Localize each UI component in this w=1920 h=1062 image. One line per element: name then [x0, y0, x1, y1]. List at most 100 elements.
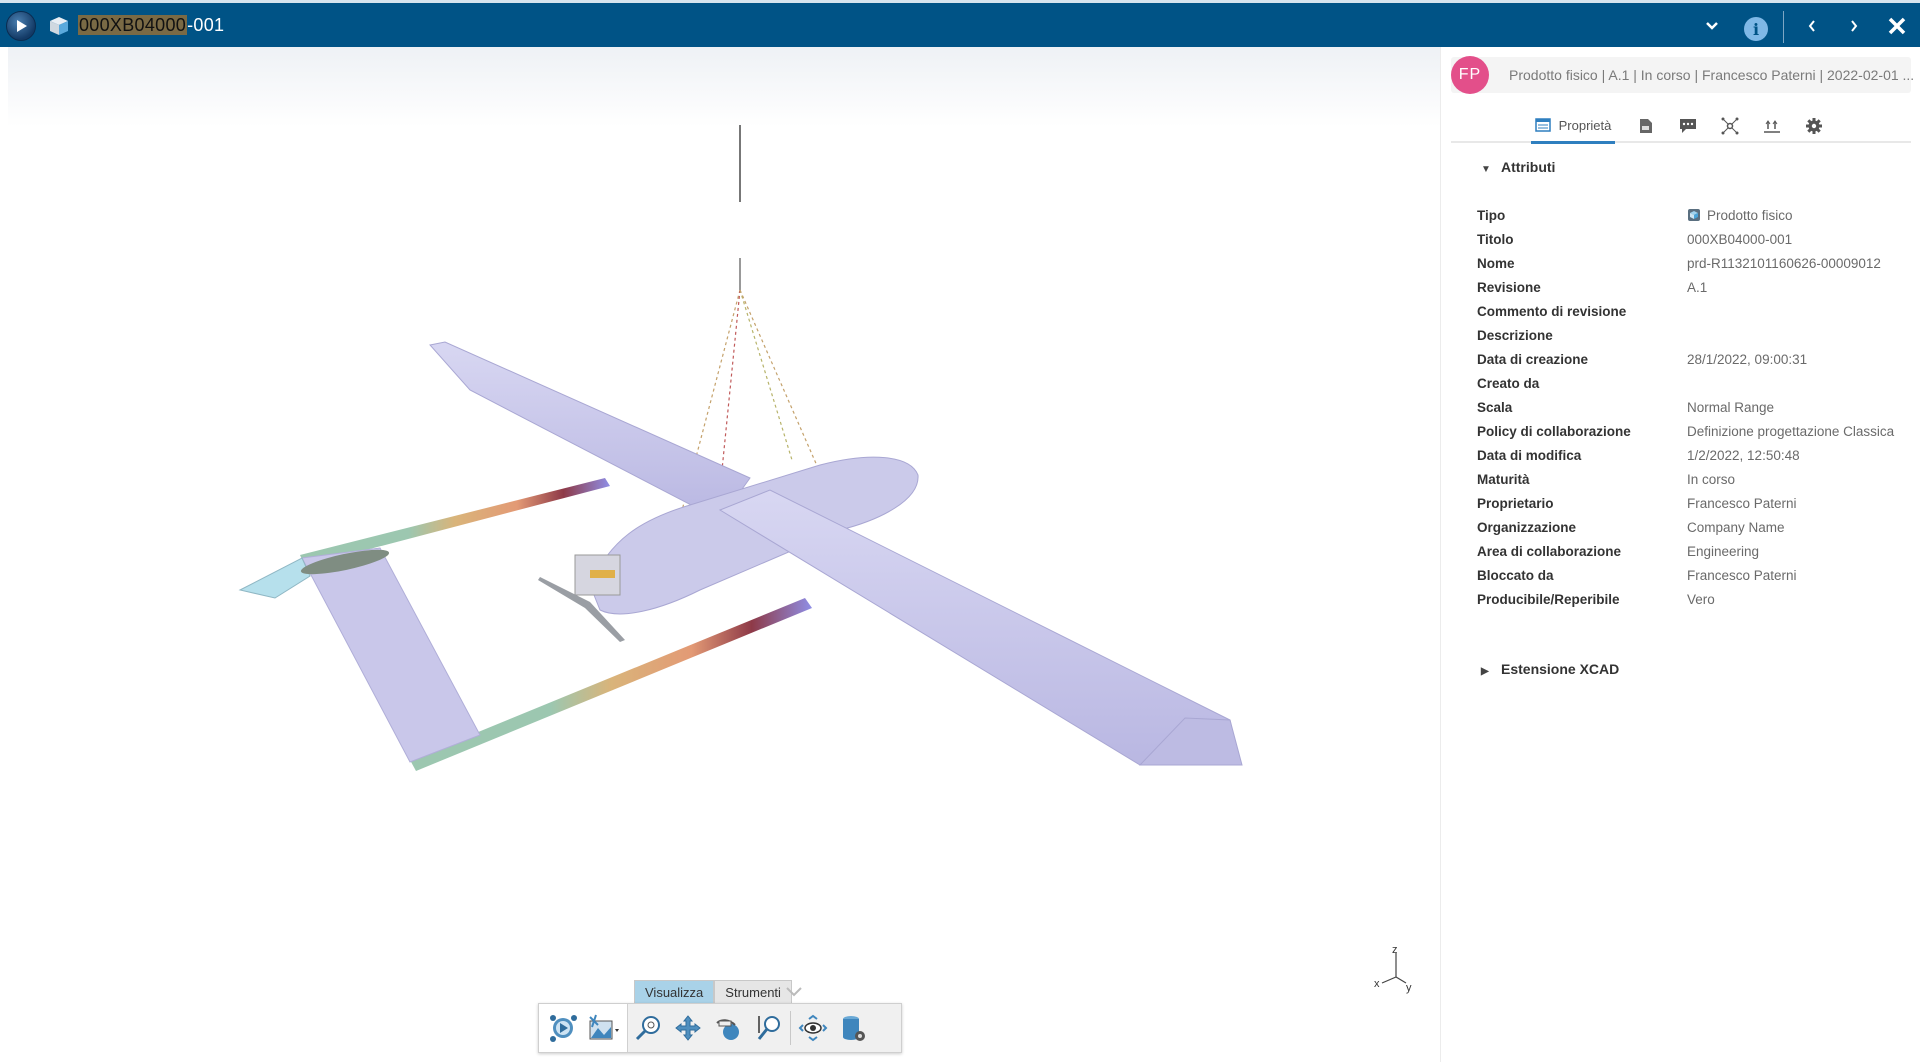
attribute-key: Maturità	[1477, 472, 1530, 487]
attribute-row: Scala Normal Range	[1477, 396, 1897, 420]
attribute-key: Commento di revisione	[1477, 304, 1627, 319]
attribute-value: A.1	[1687, 280, 1708, 295]
tab-comment[interactable]	[1673, 109, 1703, 143]
next-icon[interactable]	[1842, 11, 1866, 41]
properties-panel: FP Prodotto fisico | A.1 | In corso | Fr…	[1441, 47, 1920, 1062]
attribute-value: 28/1/2022, 09:00:31	[1687, 352, 1808, 367]
collapse-triangle-icon: ▶	[1481, 666, 1489, 677]
axis-y-label: y	[1406, 982, 1412, 994]
attribute-row: Nome prd-R1132101160626-00009012	[1477, 252, 1897, 276]
eye-icon	[798, 1014, 828, 1042]
attribute-key: Nome	[1477, 256, 1515, 271]
attribute-value: Prodotto fisico	[1687, 204, 1897, 228]
tab-visualizza[interactable]: Visualizza	[634, 980, 715, 1004]
tab-share[interactable]	[1757, 109, 1787, 143]
previous-icon[interactable]	[1800, 11, 1824, 41]
attribute-key: Producibile/Reperibile	[1477, 592, 1620, 607]
attribute-key: Data di creazione	[1477, 352, 1589, 367]
attribute-row: Maturità In corso	[1477, 468, 1897, 492]
play-simulation-icon	[550, 1015, 577, 1042]
play-simulation-button[interactable]	[543, 1008, 583, 1048]
pan-button[interactable]	[668, 1008, 708, 1048]
axis-x-label: x	[1374, 978, 1380, 990]
attribute-value	[1687, 372, 1897, 396]
tab-strumenti[interactable]: Strumenti	[714, 980, 792, 1004]
attribute-key: Revisione	[1477, 280, 1541, 295]
panel-tabs: Proprietà	[1451, 109, 1911, 144]
tab-properties-label: Proprietà	[1558, 117, 1612, 133]
data-settings-button[interactable]	[833, 1008, 873, 1048]
attribute-row: Data di creazione 28/1/2022, 09:00:31	[1477, 348, 1897, 372]
attribute-value: Francesco Paterni	[1687, 568, 1797, 583]
info-icon[interactable]: i	[1744, 17, 1768, 41]
toolbar-separator	[790, 1011, 791, 1045]
zoom-in-out-button[interactable]	[748, 1008, 788, 1048]
section-attributi[interactable]: ▼ Attributi	[1481, 159, 1555, 175]
expand-triangle-icon: ▼	[1481, 164, 1491, 175]
product-type-icon	[1688, 209, 1700, 221]
pan-icon	[675, 1015, 701, 1041]
zoom-in-out-icon	[757, 1016, 780, 1040]
attribute-row: Organizzazione Company Name	[1477, 516, 1897, 540]
attribute-key: Titolo	[1477, 232, 1514, 247]
attribute-row: Area di collaborazione Engineering	[1477, 540, 1897, 564]
drone-3d-model[interactable]	[0, 0, 1440, 1062]
settings-icon	[1806, 118, 1822, 134]
share-icon	[1764, 120, 1780, 133]
attribute-value	[1687, 324, 1897, 348]
attribute-value: prd-R1132101160626-00009012	[1687, 256, 1881, 271]
rotate-button[interactable]	[708, 1008, 748, 1048]
axis-z-label: z	[1392, 945, 1398, 956]
attribute-row: Revisione A.1	[1477, 276, 1897, 300]
tab-document[interactable]	[1631, 109, 1661, 143]
capture-image-button[interactable]	[583, 1008, 623, 1048]
object-summary[interactable]: FP Prodotto fisico | A.1 | In corso | Fr…	[1451, 56, 1915, 94]
view-eye-button[interactable]	[793, 1008, 833, 1048]
attributes-list: Tipo Prodotto fisico Titolo 000XB04000-001 N…	[1477, 204, 1897, 612]
attribute-key: Scala	[1477, 400, 1513, 415]
axis-triad: z x y	[1374, 945, 1412, 994]
database-settings-icon	[843, 1016, 865, 1041]
attribute-value: In corso	[1687, 472, 1736, 487]
attribute-key: Data di modifica	[1477, 448, 1582, 463]
attribute-row: Producibile/Reperibile Vero	[1477, 588, 1897, 612]
attribute-value-text: Prodotto fisico	[1707, 208, 1793, 223]
attribute-row: Policy di collaborazione Definizione prog…	[1477, 420, 1897, 444]
attribute-row: Titolo 000XB04000-001	[1477, 228, 1897, 252]
toolbar-divider	[1783, 11, 1784, 43]
attribute-value: Definizione progettazione Classica	[1687, 424, 1895, 439]
tail-stabilizer	[301, 547, 481, 763]
zoom-fit-button[interactable]	[628, 1008, 668, 1048]
attribute-key: Organizzazione	[1477, 520, 1577, 535]
attribute-value: Normal Range	[1687, 400, 1775, 415]
tab-settings[interactable]	[1799, 109, 1829, 143]
attribute-row: Data di modifica 1/2/2022, 12:50:48	[1477, 444, 1897, 468]
attribute-value	[1687, 300, 1897, 324]
attribute-row: Commento di revisione	[1477, 300, 1897, 324]
capture-image-icon	[589, 1014, 619, 1040]
toolbar-collapse-chevron-icon[interactable]	[784, 982, 804, 1002]
section-attributi-label: Attributi	[1501, 159, 1556, 175]
attribute-key: Policy di collaborazione	[1477, 424, 1631, 439]
attribute-key: Tipo	[1477, 208, 1506, 223]
section-estensione-xcad[interactable]: ▶ Estensione XCAD	[1481, 661, 1619, 677]
lower-boom	[410, 598, 812, 771]
attribute-key: Bloccato da	[1477, 568, 1554, 583]
summary-text: Prodotto fisico | A.1 | In corso | Franc…	[1509, 67, 1915, 83]
tab-properties[interactable]: Proprietà	[1531, 109, 1615, 144]
properties-icon	[1534, 118, 1551, 132]
attribute-row: Bloccato da Francesco Paterni	[1477, 564, 1897, 588]
avatar[interactable]: FP	[1451, 56, 1489, 94]
chevron-down-icon[interactable]	[1700, 11, 1724, 41]
tab-relations[interactable]	[1715, 109, 1745, 143]
attribute-row: Proprietario Francesco Paterni	[1477, 492, 1897, 516]
attribute-value: 1/2/2022, 12:50:48	[1687, 448, 1800, 463]
relations-icon	[1721, 117, 1739, 135]
document-icon	[1640, 119, 1652, 133]
attribute-key: Creato da	[1477, 376, 1540, 391]
close-icon[interactable]	[1884, 11, 1910, 41]
viewer-toolbar	[538, 1003, 902, 1053]
attribute-row: Creato da	[1477, 372, 1897, 396]
attribute-value: Vero	[1687, 592, 1715, 607]
tail-fin	[238, 557, 311, 599]
